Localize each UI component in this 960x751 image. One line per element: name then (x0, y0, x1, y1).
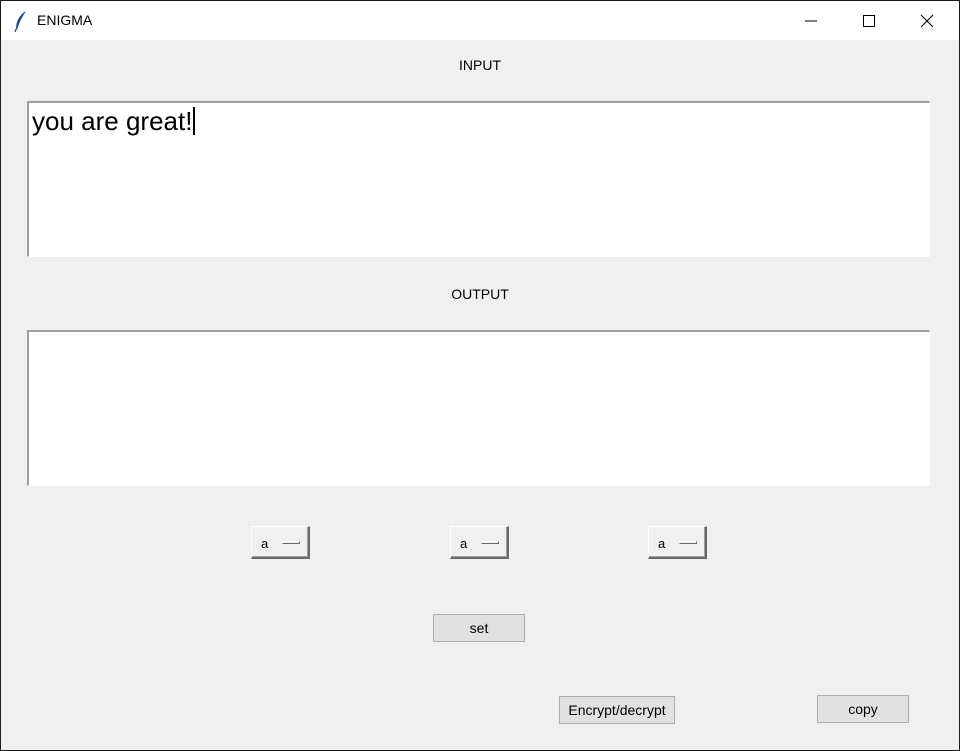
text-caret (193, 107, 196, 135)
maximize-icon (863, 14, 875, 27)
close-button[interactable] (898, 1, 956, 40)
maximize-button[interactable] (840, 1, 898, 40)
set-button[interactable]: set (433, 614, 525, 642)
input-textbox[interactable]: you are great! (27, 101, 930, 257)
option-indicator-icon (282, 541, 300, 544)
copy-button[interactable]: copy (817, 695, 909, 723)
rotor-1-select[interactable]: a (251, 526, 310, 559)
encrypt-decrypt-button[interactable]: Encrypt/decrypt (559, 696, 675, 724)
app-window: ENIGMA INPUT you are great! OUTPUT a a a… (0, 0, 960, 751)
rotor-2-select[interactable]: a (450, 526, 509, 559)
minimize-button[interactable] (782, 1, 840, 40)
window-title: ENIGMA (37, 12, 93, 28)
title-bar[interactable]: ENIGMA (1, 1, 959, 40)
minimize-icon (805, 20, 817, 21)
output-textbox[interactable] (27, 330, 930, 486)
close-icon (920, 14, 934, 27)
option-indicator-icon (481, 541, 499, 544)
rotor-3-select[interactable]: a (648, 526, 707, 559)
option-indicator-icon (679, 541, 697, 544)
input-label: INPUT (459, 57, 501, 73)
output-label: OUTPUT (451, 286, 509, 302)
input-text: you are great! (32, 106, 193, 136)
rotor-3-value: a (658, 536, 666, 551)
rotor-2-value: a (460, 536, 468, 551)
rotor-1-value: a (261, 536, 269, 551)
feather-icon (14, 11, 26, 32)
